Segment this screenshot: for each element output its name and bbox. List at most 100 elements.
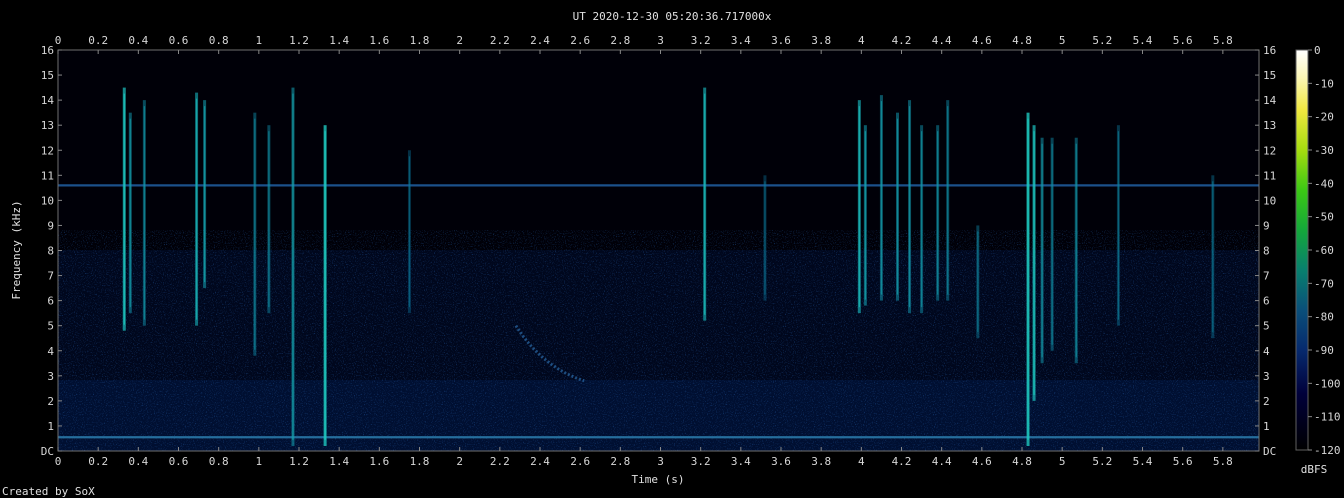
colorbar-tick-label: -70 — [1314, 277, 1334, 290]
x-tick-label: 0.6 — [169, 34, 189, 47]
impulse-core — [864, 131, 866, 300]
x-tick-label: 5.8 — [1213, 34, 1233, 47]
x-tick-label: 3.8 — [811, 455, 831, 468]
y-axis-title: Frequency (kHz) — [10, 200, 23, 299]
x-tick-label: 5.4 — [1133, 455, 1153, 468]
x-tick-label: 2 — [456, 34, 463, 47]
colorbar-label: dBFS — [1301, 463, 1328, 476]
impulse-core — [408, 156, 411, 308]
x-tick-label: 0.2 — [88, 34, 108, 47]
x-tick-label: 1.6 — [369, 34, 389, 47]
x-tick-label: 2.4 — [530, 34, 550, 47]
x-tick-label: 4 — [858, 455, 865, 468]
y-tick-label: 8 — [1263, 245, 1270, 258]
y-tick-label: 10 — [1263, 194, 1276, 207]
x-tick-label: 0.4 — [128, 455, 148, 468]
x-tick-label: 2.8 — [610, 34, 630, 47]
colorbar-axis: 0 -10 -20 -30 -40 -50 -60 -70 -80 -90 -100 -110 -120 — [1308, 44, 1341, 457]
y-tick-label: 5 — [1263, 320, 1270, 333]
impulse-core — [143, 106, 145, 320]
impulse-core — [1051, 143, 1053, 345]
x-tick-label: 5.8 — [1213, 455, 1233, 468]
y-tick-label: 4 — [47, 345, 54, 358]
y-tick-label: 12 — [41, 144, 54, 157]
x-tick-label: 4 — [858, 34, 865, 47]
colorbar-tick-label: -60 — [1314, 244, 1334, 257]
y-tick-label: 10 — [41, 194, 54, 207]
x-tick-label: 5.4 — [1133, 34, 1153, 47]
impulse-core — [1117, 131, 1120, 320]
y-tick-label: 7 — [1263, 270, 1270, 283]
impulse-core — [908, 106, 911, 308]
x-tick-label: 3.8 — [811, 34, 831, 47]
x-tick-label: 0.2 — [88, 455, 108, 468]
x-tick-label: 5 — [1059, 34, 1066, 47]
y-tick-label: 3 — [1263, 370, 1270, 383]
y-tick-label: 13 — [41, 119, 54, 132]
impulse-core — [920, 131, 923, 308]
impulse-core — [1212, 181, 1214, 333]
spectrogram-chart: UT 2020-12-30 05:20:36.717000x 0 0.2 0.4 0.… — [2, 10, 1341, 498]
noise-speckle — [58, 230, 1259, 451]
colorbar-tick-label: -110 — [1314, 411, 1341, 424]
x-tick-label: 5.2 — [1092, 455, 1112, 468]
x-tick-label: 3.6 — [771, 455, 791, 468]
x-tick-label: 4.6 — [972, 34, 992, 47]
x-tick-label: 4.4 — [932, 455, 952, 468]
impulse-core — [947, 106, 949, 295]
colorbar-tick-label: -30 — [1314, 144, 1334, 157]
y-tick-label: 5 — [47, 320, 54, 333]
x-tick-label: 1 — [256, 34, 263, 47]
x-tick-label: 4.2 — [892, 34, 912, 47]
colorbar-tick-label: -10 — [1314, 77, 1334, 90]
impulse-core — [1033, 131, 1035, 395]
x-tick-label: 5.6 — [1173, 34, 1193, 47]
colorbar-tick-label: -80 — [1314, 311, 1334, 324]
y-tick-label: 13 — [1263, 119, 1276, 132]
x-tick-label: 2.2 — [490, 34, 510, 47]
impulse-core — [1027, 118, 1029, 440]
impulse-core — [129, 118, 131, 308]
x-tick-label: 0 — [55, 455, 62, 468]
x-tick-label: 3.6 — [771, 34, 791, 47]
colorbar-tick-label: -120 — [1314, 444, 1341, 457]
impulse-core — [123, 93, 125, 325]
impulse-core — [1041, 143, 1043, 358]
y-tick-label: 16 — [1263, 44, 1276, 57]
y-tick-label: 14 — [1263, 94, 1277, 107]
y-tick-label: 6 — [1263, 295, 1270, 308]
colorbar-tick-label: -90 — [1314, 344, 1334, 357]
x-tick-label: 1.2 — [289, 34, 309, 47]
impulse-core — [268, 131, 270, 308]
chart-title: UT 2020-12-30 05:20:36.717000x — [573, 10, 772, 23]
x-tick-label: 1.6 — [369, 455, 389, 468]
x-tick-label: 3.2 — [691, 455, 711, 468]
y-tick-label: 9 — [47, 219, 54, 232]
y-tick-label: 16 — [41, 44, 54, 57]
x-tick-label: 2 — [456, 455, 463, 468]
x-tick-label: 4.6 — [972, 455, 992, 468]
impulse-core — [324, 131, 326, 440]
y-tick-label: 2 — [1263, 395, 1270, 408]
impulse-core — [292, 93, 294, 440]
impulse-core — [204, 106, 206, 283]
x-tick-label: 2.8 — [610, 455, 630, 468]
x-tick-label: 4.4 — [932, 34, 952, 47]
x-tick-label: 2.2 — [490, 455, 510, 468]
x-tick-label: 1.8 — [410, 34, 430, 47]
x-tick-label: 2.4 — [530, 455, 550, 468]
x-tick-label: 3.4 — [731, 34, 751, 47]
colorbar-tick-label: -50 — [1314, 211, 1334, 224]
x-tick-label: 5.2 — [1092, 34, 1112, 47]
y-tick-label: DC — [41, 445, 54, 458]
impulse-core — [896, 118, 899, 295]
y-tick-label: DC — [1263, 445, 1276, 458]
y-tick-label: 11 — [1263, 169, 1276, 182]
impulse-core — [977, 231, 979, 333]
x-tick-label: 4.8 — [1012, 455, 1032, 468]
y-tick-label: 3 — [47, 370, 54, 383]
x-tick-label: 5.6 — [1173, 455, 1193, 468]
impulse-core — [937, 131, 939, 295]
x-tick-label: 3 — [657, 34, 664, 47]
y-tick-label: 12 — [1263, 144, 1276, 157]
